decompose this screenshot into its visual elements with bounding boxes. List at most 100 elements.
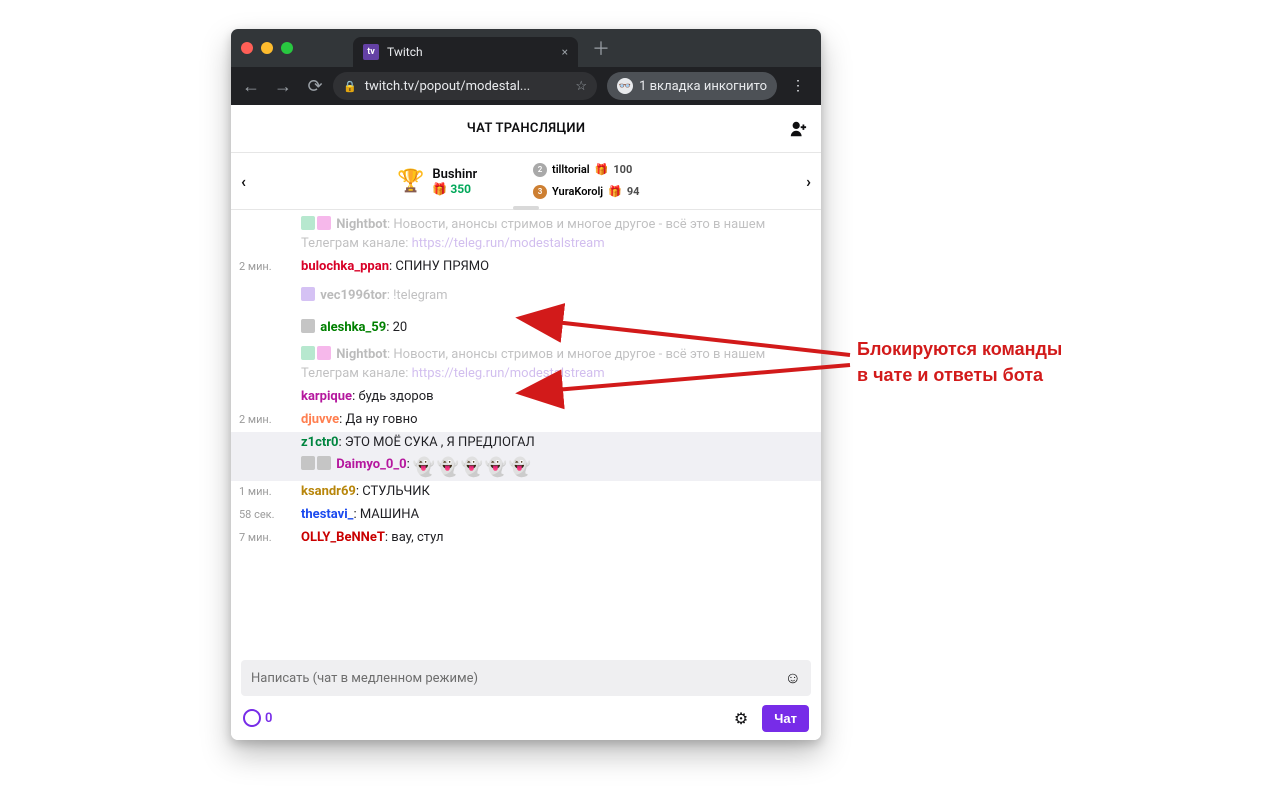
chat-username[interactable]: Nightbot	[336, 347, 387, 362]
browser-tab[interactable]: tv Twitch ×	[353, 37, 578, 67]
tab-title: Twitch	[387, 45, 423, 59]
chat-username[interactable]: OLLY_BeNNeT	[301, 530, 385, 545]
emote-icon: 👻	[413, 457, 435, 479]
leaderboard-top-score: 350	[450, 182, 471, 196]
chat-message[interactable]: Nightbot: Новости, анонсы стримов и мног…	[231, 214, 821, 256]
address-bar[interactable]: 🔒 twitch.tv/popout/modestal... ☆	[333, 72, 597, 100]
chat-username[interactable]: karpique	[301, 389, 352, 404]
chat-message[interactable]: 2 мин. bulochka_ppan: СПИНУ ПРЯМО	[231, 256, 821, 279]
badge-icon	[317, 456, 331, 470]
lock-icon: 🔒	[343, 80, 357, 93]
send-chat-button[interactable]: Чат	[762, 705, 809, 732]
gift-icon: 🎁	[595, 159, 609, 181]
window-minimize-button[interactable]	[261, 42, 273, 54]
viewer-list-button[interactable]	[789, 120, 807, 138]
annotation-text: Блокируются команды в чате и ответы бота	[857, 336, 1062, 388]
emote-picker-button[interactable]: ☺	[785, 668, 801, 688]
chat-input-placeholder: Написать (чат в медленном режиме)	[251, 671, 478, 686]
channel-points-value: 0	[265, 711, 272, 726]
chat-message[interactable]: z1ctr0: ЭТО МОЁ СУКА , Я ПРЕДЛОГАЛ	[231, 432, 821, 455]
chat-messages[interactable]: Nightbot: Новости, анонсы стримов и мног…	[231, 210, 821, 654]
chat-timestamp: 1 мин.	[239, 484, 272, 500]
badge-icon	[301, 456, 315, 470]
reload-button[interactable]: ⟳	[301, 72, 329, 100]
channel-points-button[interactable]: 0	[243, 709, 272, 727]
leaderboard-next-button[interactable]: ›	[806, 172, 811, 191]
leaderboard-second-score: 100	[613, 159, 632, 181]
browser-window: tv Twitch × ＋ ← → ⟳ 🔒 twitch.tv/popout/m…	[231, 29, 821, 740]
chat-timestamp: 2 мин.	[239, 412, 272, 428]
chat-header: ЧАТ ТРАНСЛЯЦИИ	[231, 105, 821, 153]
chat-text: ЭТО МОЁ СУКА , Я ПРЕДЛОГАЛ	[345, 435, 535, 450]
chat-message[interactable]: 2 мин. djuvve: Да ну говно	[231, 409, 821, 432]
chat-timestamp: 2 мин.	[239, 259, 272, 275]
chat-text: !telegram	[393, 288, 447, 303]
chat-settings-button[interactable]: ⚙	[734, 709, 748, 728]
tab-close-button[interactable]: ×	[562, 45, 568, 59]
chat-message[interactable]: 58 сек. thestavi_: МАШИНА	[231, 504, 821, 527]
chat-username[interactable]: ksandr69	[301, 484, 356, 499]
sub-badge-icon	[301, 287, 315, 301]
chat-username[interactable]: Nightbot	[336, 217, 387, 232]
emote-icon: 👻	[509, 457, 531, 479]
chat-link[interactable]: https://teleg.run/modestalstream	[412, 366, 605, 381]
chat-text: СТУЛЬЧИК	[362, 484, 430, 499]
chat-timestamp: 7 мин.	[239, 530, 272, 546]
chat-message[interactable]: Nightbot: Новости, анонсы стримов и мног…	[231, 344, 821, 386]
chat-input[interactable]: Написать (чат в медленном режиме) ☺	[241, 660, 811, 696]
back-button[interactable]: ←	[237, 72, 265, 100]
gift-leaderboard[interactable]: ‹ › 🏆 Bushinr 🎁 350 2 tilltorial 🎁 100 3Y…	[231, 153, 821, 210]
chat-title: ЧАТ ТРАНСЛЯЦИИ	[467, 121, 586, 136]
chat-message[interactable]: aleshka_59: 20	[231, 313, 821, 344]
chat-username[interactable]: djuvve	[301, 412, 339, 427]
browser-toolbar: ← → ⟳ 🔒 twitch.tv/popout/modestal... ☆ 👓…	[231, 67, 821, 105]
annotation-line: Блокируются команды	[857, 336, 1062, 362]
chat-username[interactable]: bulochka_ppan	[301, 259, 389, 274]
leaderboard-prev-button[interactable]: ‹	[241, 172, 246, 191]
chat-message[interactable]: karpique: будь здоров	[231, 386, 821, 409]
chat-username[interactable]: Daimyo_0_0	[336, 457, 406, 472]
chat-text: СПИНУ ПРЯМО	[395, 259, 489, 274]
silver-medal-icon: 2	[533, 163, 547, 177]
chat-message[interactable]: 7 мин. OLLY_BeNNeT: вау, стул	[231, 527, 821, 550]
chat-text: будь здоров	[358, 389, 433, 404]
chat-username[interactable]: aleshka_59	[320, 320, 386, 335]
emote-icon: 👻	[485, 457, 507, 479]
leaderboard-second-name: tilltorial	[552, 159, 590, 181]
gift-icon: 🎁	[432, 182, 447, 196]
chat-text: МАШИНА	[360, 507, 419, 522]
users-icon	[789, 120, 807, 138]
window-close-button[interactable]	[241, 42, 253, 54]
chat-username[interactable]: thestavi_	[301, 507, 353, 522]
browser-tabbar: tv Twitch × ＋	[231, 29, 821, 67]
trophy-icon: 🏆	[397, 169, 424, 194]
url-text: twitch.tv/popout/modestal...	[365, 79, 530, 94]
chat-text: Да ну говно	[345, 412, 417, 427]
forward-button[interactable]: →	[269, 72, 297, 100]
bronze-medal-icon: 3	[533, 185, 547, 199]
channel-points-icon	[243, 709, 261, 727]
annotation-line: в чате и ответы бота	[857, 362, 1062, 388]
chat-username[interactable]: z1ctr0	[301, 435, 338, 450]
chat-actions: 0 ⚙ Чат	[231, 696, 821, 740]
incognito-icon: 👓	[617, 78, 633, 94]
chat-message[interactable]: 1 мин. ksandr69: СТУЛЬЧИК	[231, 481, 821, 504]
chat-username[interactable]: vec1996tor	[320, 288, 386, 303]
chat-text: вау, стул	[391, 530, 443, 545]
leaderboard-third-name: YuraKorolj	[552, 181, 603, 203]
bookmark-star-icon[interactable]: ☆	[575, 79, 587, 94]
page-content: ЧАТ ТРАНСЛЯЦИИ ‹ › 🏆 Bushinr 🎁 350 2 till…	[231, 105, 821, 740]
emote-icon: 👻	[461, 457, 483, 479]
new-tab-button[interactable]: ＋	[592, 35, 610, 61]
leaderboard-sub: 2tilltorial 🎁 100 3YuraKorolj 🎁 94	[533, 159, 639, 203]
verified-badge-icon	[317, 346, 331, 360]
leaderboard-top: 🏆 Bushinr 🎁 350	[397, 167, 477, 196]
browser-menu-button[interactable]: ⋮	[781, 78, 815, 94]
window-controls	[241, 42, 293, 54]
incognito-badge[interactable]: 👓 1 вкладка инкогнито	[607, 72, 777, 100]
chat-link[interactable]: https://teleg.run/modestalstream	[412, 236, 605, 251]
composer-area: Написать (чат в медленном режиме) ☺	[231, 654, 821, 696]
window-zoom-button[interactable]	[281, 42, 293, 54]
chat-message[interactable]: vec1996tor: !telegram	[231, 279, 821, 314]
chat-message[interactable]: Daimyo_0_0: 👻👻👻👻👻	[231, 454, 821, 481]
